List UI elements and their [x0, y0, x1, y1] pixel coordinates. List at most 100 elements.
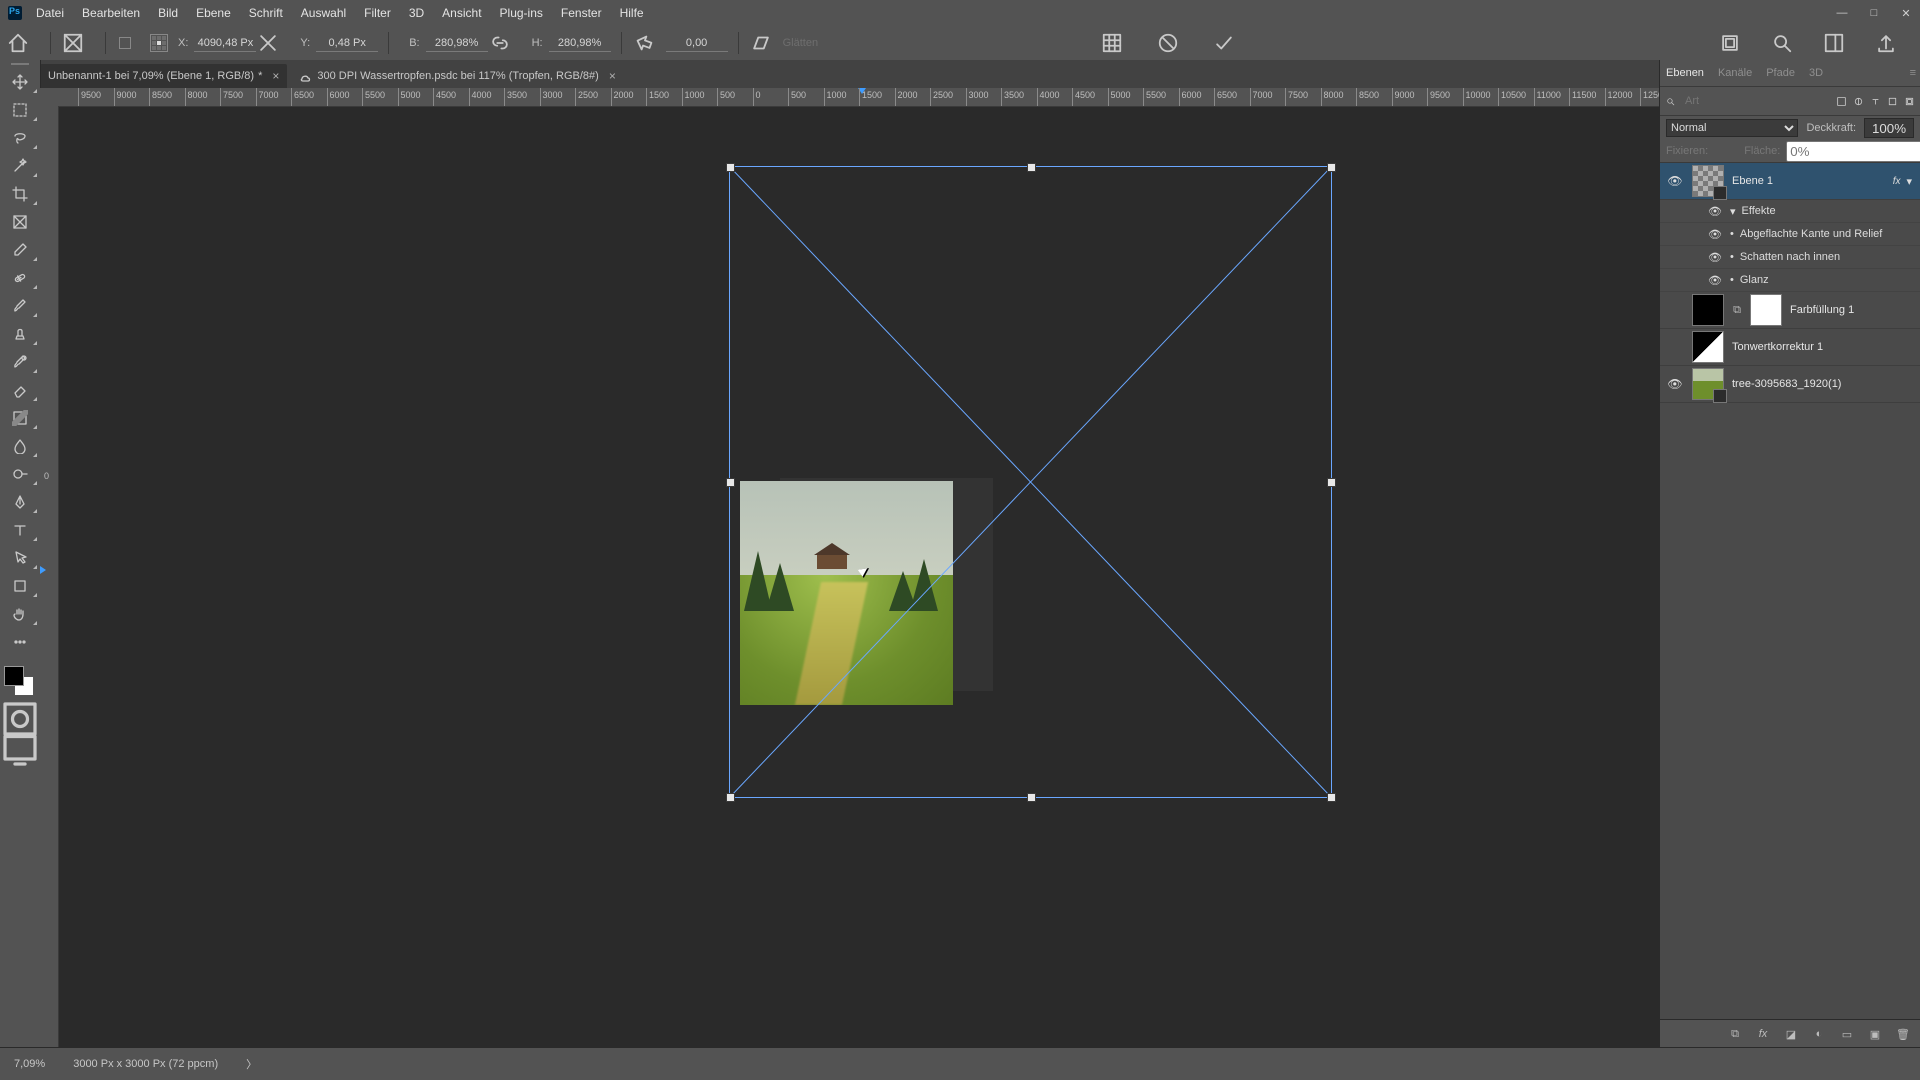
layer-thumbnail[interactable] — [1692, 331, 1724, 363]
layer-fx-icon[interactable]: fx — [1756, 1028, 1770, 1040]
cancel-transform-icon[interactable] — [1156, 31, 1180, 55]
layer-visibility-toggle[interactable]: 👁 — [1666, 377, 1684, 391]
filter-smart-icon[interactable] — [1905, 93, 1914, 109]
skew-h-icon[interactable] — [749, 31, 773, 55]
type-tool[interactable] — [0, 516, 40, 544]
tab-close-icon[interactable]: × — [272, 69, 279, 83]
marquee-tool[interactable] — [0, 96, 40, 124]
menu-auswahl[interactable]: Auswahl — [301, 6, 346, 20]
layer-search-icon[interactable] — [1666, 93, 1675, 109]
height-input[interactable] — [549, 35, 611, 52]
y-input[interactable] — [316, 35, 378, 52]
search-icon[interactable] — [1770, 31, 1794, 55]
screenmode-toggle[interactable] — [0, 736, 40, 762]
move-tool[interactable] — [0, 68, 40, 96]
share-icon[interactable] — [1874, 31, 1898, 55]
layer-effect-row[interactable]: 👁•Schatten nach innen — [1660, 246, 1920, 269]
eyedropper-tool[interactable] — [0, 236, 40, 264]
layer-mask-thumbnail[interactable] — [1750, 294, 1782, 326]
layer-effect-row[interactable]: 👁▾Effekte — [1660, 200, 1920, 223]
filter-pixel-icon[interactable] — [1837, 93, 1846, 109]
status-zoom[interactable]: 7,09% — [14, 1058, 45, 1070]
filter-type-icon[interactable] — [1871, 93, 1880, 109]
transform-handle-sw[interactable] — [726, 793, 735, 802]
new-group-icon[interactable]: ▭ — [1840, 1028, 1854, 1041]
ruler-vertical[interactable]: 0 — [40, 88, 59, 1048]
frame-tool[interactable] — [0, 208, 40, 236]
gradient-tool[interactable] — [0, 404, 40, 432]
menu-fenster[interactable]: Fenster — [561, 6, 602, 20]
menu-ebene[interactable]: Ebene — [196, 6, 231, 20]
x-input[interactable] — [194, 35, 256, 52]
menu-filter[interactable]: Filter — [364, 6, 391, 20]
rotation-input[interactable] — [666, 35, 728, 52]
xy-delta-icon[interactable] — [256, 31, 280, 55]
transform-handle-se[interactable] — [1327, 793, 1336, 802]
layer-name[interactable]: Tonwertkorrektur 1 — [1732, 341, 1914, 353]
layer-visibility-toggle[interactable]: 👁 — [1666, 174, 1684, 188]
maximize-button[interactable]: □ — [1866, 7, 1882, 19]
layer-row[interactable]: Tonwertkorrektur 1 — [1660, 329, 1920, 366]
lasso-tool[interactable] — [0, 124, 40, 152]
history-brush-tool[interactable] — [0, 348, 40, 376]
menu-hilfe[interactable]: Hilfe — [620, 6, 644, 20]
eraser-tool[interactable] — [0, 376, 40, 404]
layer-row[interactable]: 👁 tree-3095683_1920(1) — [1660, 366, 1920, 403]
fill-input[interactable] — [1786, 141, 1920, 162]
menu-plug-ins[interactable]: Plug-ins — [500, 6, 543, 20]
transform-bounding-box[interactable] — [729, 166, 1332, 798]
magic-wand-tool[interactable] — [0, 152, 40, 180]
dodge-tool[interactable] — [0, 460, 40, 488]
layer-effect-row[interactable]: 👁•Glanz — [1660, 269, 1920, 292]
blur-tool[interactable] — [0, 432, 40, 460]
menu-bild[interactable]: Bild — [158, 6, 178, 20]
panel-tab-paths[interactable]: Pfade — [1766, 67, 1795, 79]
panel-tab-channels[interactable]: Kanäle — [1718, 67, 1752, 79]
blend-mode-select[interactable]: Normal — [1666, 119, 1798, 137]
color-swatches[interactable] — [0, 662, 40, 702]
panel-tab-layers[interactable]: Ebenen — [1666, 67, 1704, 79]
add-mask-icon[interactable]: ◪ — [1784, 1028, 1798, 1041]
shape-tool[interactable] — [0, 572, 40, 600]
layer-thumbnail[interactable] — [1692, 165, 1724, 197]
rotate-icon[interactable] — [632, 31, 656, 55]
delete-layer-icon[interactable]: 🗑 — [1896, 1028, 1910, 1041]
link-layers-icon[interactable]: ⧉ — [1728, 1028, 1742, 1041]
new-layer-icon[interactable]: ▣ — [1868, 1028, 1882, 1041]
opacity-input[interactable] — [1864, 118, 1914, 138]
commit-transform-icon[interactable] — [1212, 31, 1236, 55]
menu-ansicht[interactable]: Ansicht — [442, 6, 481, 20]
transform-handle-w[interactable] — [726, 478, 735, 487]
document-tab[interactable]: 300 DPI Wassertropfen.psdc bei 117% (Tro… — [291, 64, 623, 88]
canvas-area[interactable]: 0 95009000850080007500700065006000550050… — [40, 88, 1660, 1048]
transform-handle-e[interactable] — [1327, 478, 1336, 487]
edit-toolbar[interactable] — [0, 628, 40, 656]
layer-effect-row[interactable]: 👁•Abgeflachte Kante und Relief — [1660, 223, 1920, 246]
menu-bearbeiten[interactable]: Bearbeiten — [82, 6, 140, 20]
close-button[interactable]: ✕ — [1898, 7, 1914, 20]
layer-name[interactable]: Farbfüllung 1 — [1790, 304, 1914, 316]
layer-row[interactable]: ⧉Farbfüllung 1 — [1660, 292, 1920, 329]
menu-3d[interactable]: 3D — [409, 6, 424, 20]
filter-adjust-icon[interactable] — [1854, 93, 1863, 109]
layer-name[interactable]: Ebene 1 — [1732, 175, 1893, 187]
warp-mode-icon[interactable] — [1100, 31, 1124, 55]
minimize-button[interactable]: — — [1834, 7, 1850, 19]
layer-filter-input[interactable] — [1683, 94, 1829, 108]
layer-thumbnail[interactable] — [1692, 294, 1724, 326]
reference-point-grid[interactable] — [150, 34, 168, 52]
aspect-link-icon[interactable] — [488, 31, 512, 55]
path-select-tool[interactable] — [0, 544, 40, 572]
pen-tool[interactable] — [0, 488, 40, 516]
width-input[interactable] — [426, 35, 488, 52]
hand-tool[interactable] — [0, 600, 40, 628]
layer-name[interactable]: tree-3095683_1920(1) — [1732, 378, 1914, 390]
transform-handle-n[interactable] — [1027, 163, 1036, 172]
tab-close-icon[interactable]: × — [609, 69, 616, 83]
brush-tool[interactable] — [0, 292, 40, 320]
panel-menu-icon[interactable]: ≡ — [1910, 67, 1916, 79]
new-adjust-icon[interactable]: ◐ — [1812, 1028, 1826, 1040]
workspace-icon[interactable] — [1822, 31, 1846, 55]
layer-thumbnail[interactable] — [1692, 368, 1724, 400]
layer-row[interactable]: 👁Ebene 1fx▾ — [1660, 163, 1920, 200]
